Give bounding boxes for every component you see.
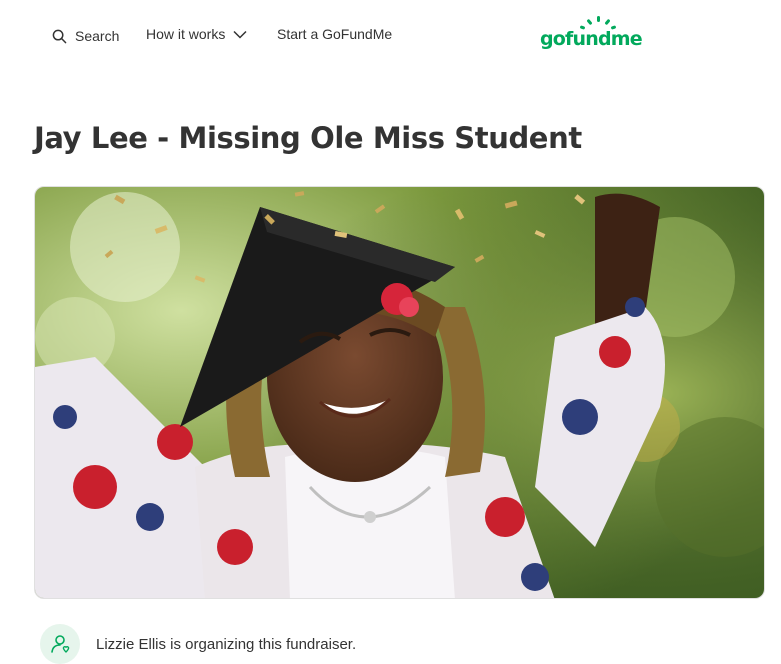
campaign-title: Jay Lee - Missing Ole Miss Student	[34, 121, 582, 155]
how-it-works-dropdown[interactable]: How it works	[146, 24, 247, 44]
user-heart-icon	[40, 624, 80, 664]
search-icon	[52, 29, 67, 44]
organizer-text: Lizzie Ellis is organizing this fundrais…	[96, 635, 357, 653]
gofundme-logo[interactable]: gofundme	[540, 16, 650, 54]
organizer-info: Lizzie Ellis is organizing this fundrais…	[40, 624, 356, 664]
top-navigation: Search How it works Start a GoFundMe gof…	[0, 0, 781, 72]
chevron-down-icon	[233, 30, 247, 39]
start-gofundme-label: Start a GoFundMe	[277, 26, 393, 42]
campaign-hero-image[interactable]	[34, 186, 765, 599]
logo-wordmark: gofundme	[540, 28, 643, 50]
search-label: Search	[75, 28, 120, 44]
how-it-works-label: How it works	[146, 26, 226, 42]
start-gofundme-link[interactable]: Start a GoFundMe	[277, 24, 392, 44]
search-button[interactable]: Search	[52, 26, 119, 46]
